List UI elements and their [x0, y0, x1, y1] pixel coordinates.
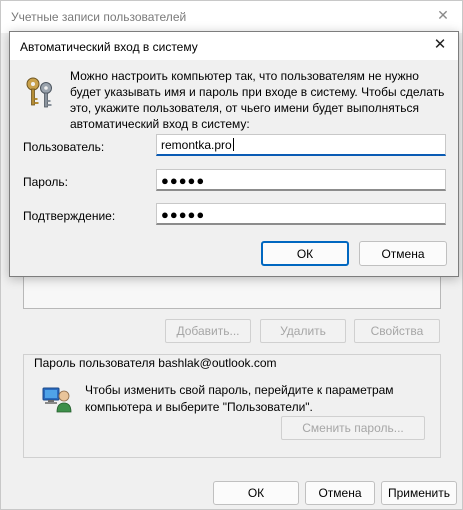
user-accounts-titlebar: Учетные записи пользователей ✕ [1, 1, 462, 33]
password-group-text: Чтобы изменить свой пароль, перейдите к … [85, 383, 394, 414]
dialog-title: Автоматический вход в систему [20, 40, 198, 54]
user-label: Пользователь: [23, 140, 105, 154]
properties-button[interactable]: Свойства [354, 319, 440, 343]
user-field[interactable]: remontka.pro [156, 134, 446, 156]
confirm-label: Подтверждение: [23, 209, 116, 223]
dialog-description: Можно настроить компьютер так, что польз… [70, 69, 445, 131]
user-computer-icon [41, 382, 75, 416]
password-field-value: ●●●●● [161, 173, 206, 188]
password-label: Пароль: [23, 175, 68, 189]
dialog-titlebar: Автоматический вход в систему ✕ [10, 32, 458, 60]
main-apply-button[interactable]: Применить [381, 481, 457, 505]
user-accounts-title: Учетные записи пользователей [11, 10, 187, 24]
dialog-cancel-button[interactable]: Отмена [359, 241, 447, 266]
keys-icon [22, 74, 58, 110]
auto-logon-dialog: Автоматический вход в систему ✕ Можно на… [9, 31, 459, 277]
close-icon[interactable]: ✕ [430, 35, 450, 55]
password-field[interactable]: ●●●●● [156, 169, 446, 191]
user-field-value: remontka.pro [161, 138, 232, 152]
main-ok-button[interactable]: ОК [213, 481, 299, 505]
remove-user-button[interactable]: Удалить [260, 319, 346, 343]
text-caret [232, 138, 234, 151]
add-user-button[interactable]: Добавить... [165, 319, 251, 343]
password-group-label: Пароль пользователя bashlak@outlook.com [31, 356, 280, 370]
dialog-ok-button[interactable]: ОК [261, 241, 349, 266]
main-cancel-button[interactable]: Отмена [305, 481, 375, 505]
close-icon[interactable]: ✕ [434, 6, 452, 24]
confirm-password-field[interactable]: ●●●●● [156, 203, 446, 225]
change-password-button[interactable]: Сменить пароль... [281, 416, 425, 440]
confirm-field-value: ●●●●● [161, 207, 206, 222]
